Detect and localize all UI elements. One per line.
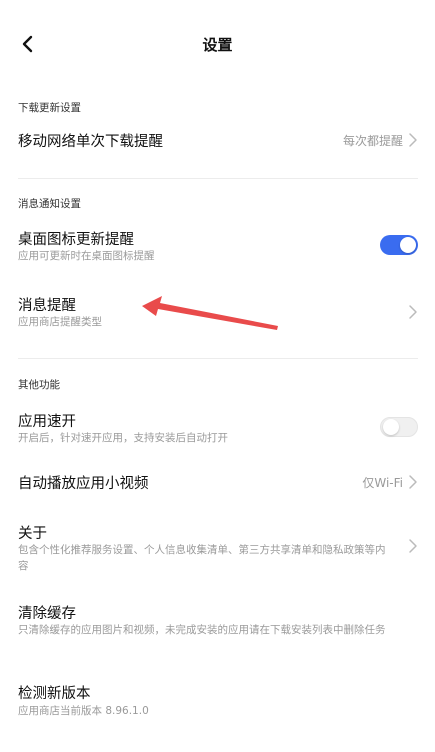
desktop-badge-reminder-row: 桌面图标更新提醒 应用可更新时在桌面图标提醒 [0,222,435,268]
section-header-other: 其他功能 [18,379,60,391]
row-title: 消息提醒 [18,298,76,314]
row-title: 清除缓存 [18,606,76,622]
annotation-arrow-icon [142,296,278,330]
page-title: 设置 [202,36,233,54]
divider [18,178,418,179]
divider [18,358,418,359]
section-header-download: 下载更新设置 [18,102,81,114]
section-header-notify: 消息通知设置 [18,198,81,210]
chevron-right-icon [409,305,417,319]
mobile-download-reminder-row[interactable]: 移动网络单次下载提醒 每次都提醒 [0,118,435,162]
row-subtitle: 只清除缓存的应用图片和视频，未完成安装的应用请在下载安装列表中删除任务 [18,624,386,636]
row-title: 关于 [18,526,47,542]
row-title: 应用速开 [18,414,76,430]
row-subtitle: 应用商店当前版本 8.96.1.0 [18,705,149,717]
top-bar: 设置 [0,0,435,90]
quick-open-toggle[interactable] [380,417,418,437]
row-subtitle: 应用可更新时在桌面图标提醒 [18,250,155,262]
row-title: 自动播放应用小视频 [18,476,149,492]
row-value: 仅Wi-Fi [362,476,403,490]
clear-cache-row[interactable]: 清除缓存 只清除缓存的应用图片和视频，未完成安装的应用请在下载安装列表中删除任务 [0,596,435,656]
check-update-row[interactable]: 检测新版本 应用商店当前版本 8.96.1.0 [0,676,435,722]
row-title: 移动网络单次下载提醒 [18,134,163,150]
row-subtitle: 包含个性化推荐服务设置、个人信息收集清单、第三方共享清单和隐私政策等内容 [18,544,386,572]
about-row[interactable]: 关于 包含个性化推荐服务设置、个人信息收集清单、第三方共享清单和隐私政策等内容 [0,516,435,576]
quick-open-row: 应用速开 开启后，针对速开应用，支持安装后自动打开 [0,404,435,450]
chevron-right-icon [409,133,417,147]
chevron-right-icon [409,475,417,489]
autoplay-video-row[interactable]: 自动播放应用小视频 仅Wi-Fi [0,466,435,500]
desktop-badge-toggle[interactable] [380,235,418,255]
row-value: 每次都提醒 [342,134,403,148]
toggle-knob [400,237,416,253]
chevron-right-icon [409,539,417,553]
row-subtitle: 开启后，针对速开应用，支持安装后自动打开 [18,432,228,444]
toggle-knob [383,419,399,435]
row-title: 检测新版本 [18,686,91,702]
row-title: 桌面图标更新提醒 [18,232,134,248]
row-subtitle: 应用商店提醒类型 [18,316,102,328]
